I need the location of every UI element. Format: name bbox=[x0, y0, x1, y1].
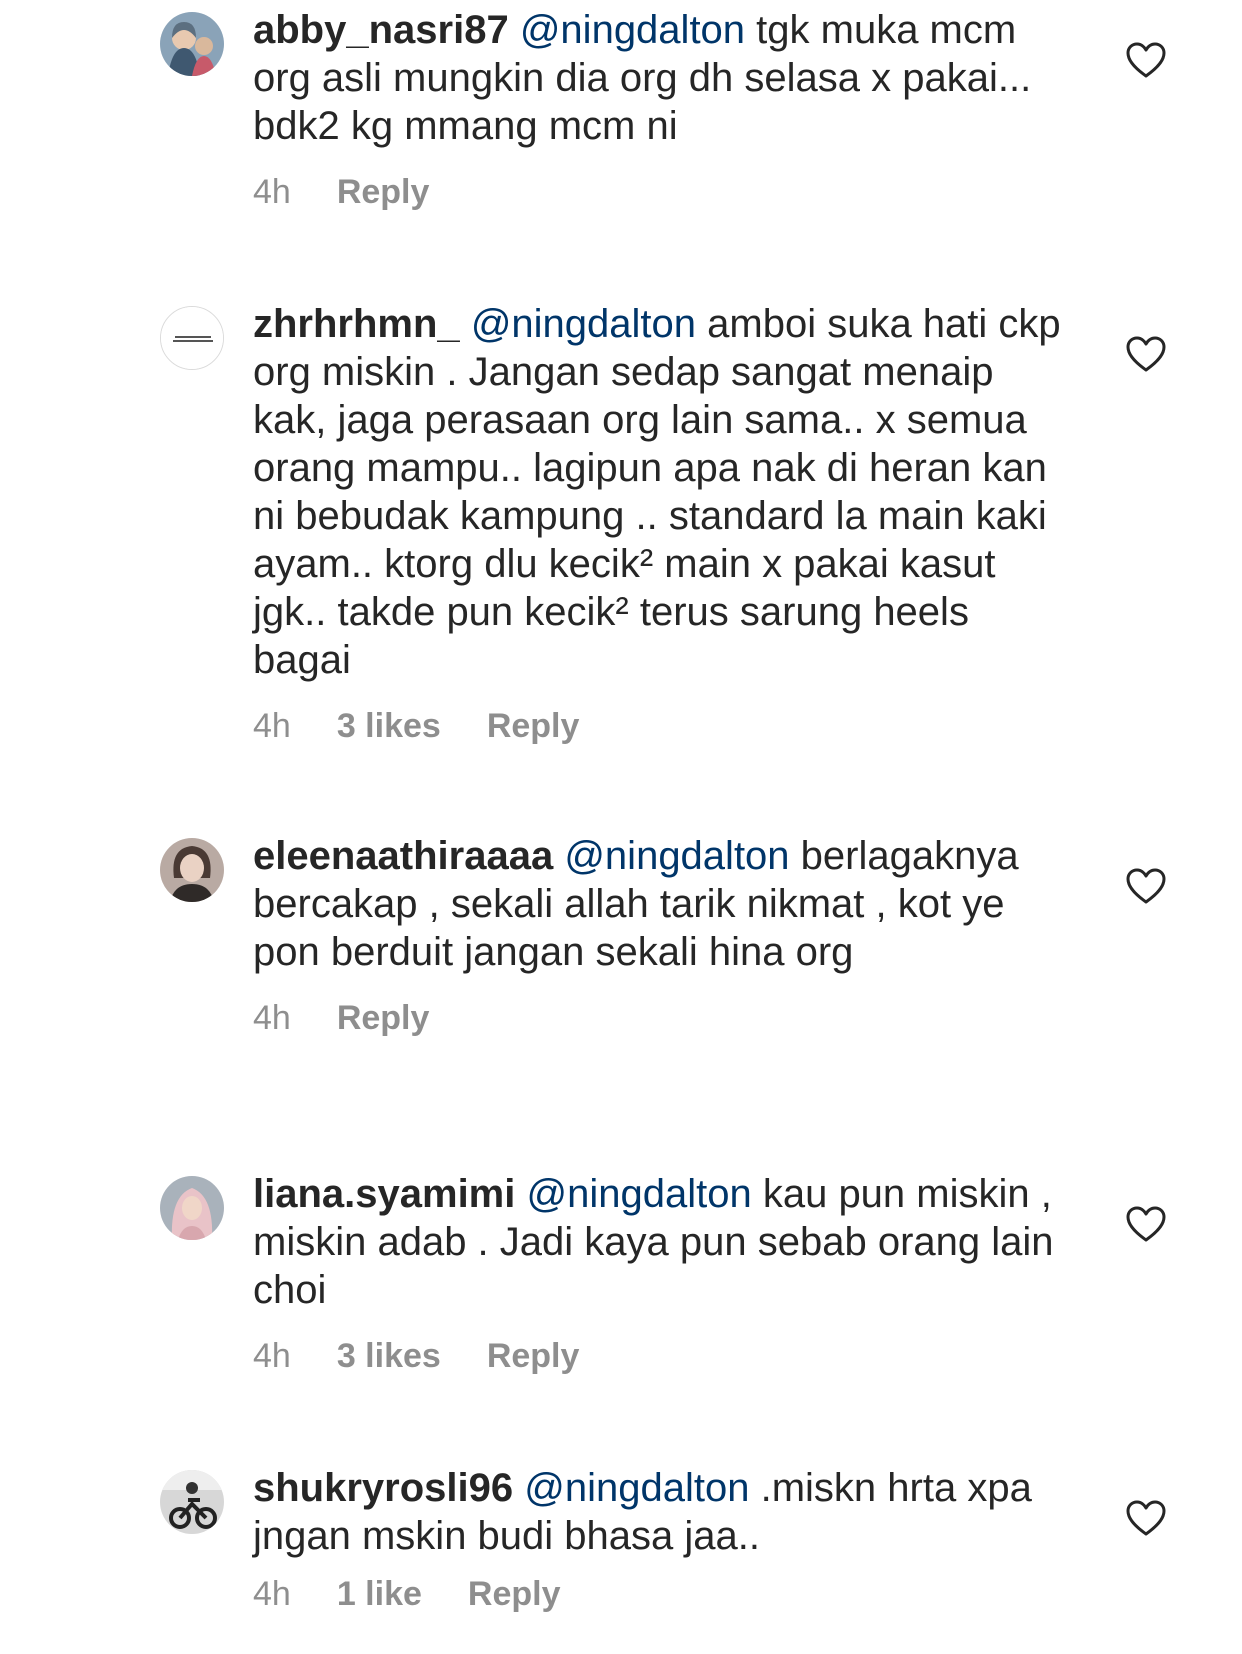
comment-mention[interactable]: @ningdalton bbox=[524, 1466, 749, 1510]
heart-outline-icon[interactable] bbox=[1126, 1206, 1166, 1244]
comment-time: 4h bbox=[253, 173, 291, 211]
avatar[interactable] bbox=[160, 1176, 224, 1240]
comment-body: zhrhrhmn_ @ningdalton amboi suka hati ck… bbox=[253, 300, 1073, 746]
reply-button[interactable]: Reply bbox=[337, 172, 430, 212]
comment-time: 4h bbox=[253, 1337, 291, 1375]
comment-body: shukryrosli96 @ningdalton .miskn hrta xp… bbox=[253, 1464, 1073, 1614]
comment-username[interactable]: shukryrosli96 bbox=[253, 1466, 513, 1510]
comment-text: abby_nasri87 @ningdalton tgk muka mcm or… bbox=[253, 6, 1073, 150]
comment-likes[interactable]: 3 likes bbox=[337, 706, 441, 746]
comment-mention[interactable]: @ningdalton bbox=[527, 1172, 752, 1216]
comment-time: 4h bbox=[253, 707, 291, 745]
comment-text: shukryrosli96 @ningdalton .miskn hrta xp… bbox=[253, 1464, 1073, 1560]
comment-mention[interactable]: @ningdalton bbox=[471, 302, 696, 346]
comment-username[interactable]: abby_nasri87 bbox=[253, 8, 509, 52]
heart-outline-icon[interactable] bbox=[1126, 1500, 1166, 1538]
reply-button[interactable]: Reply bbox=[337, 998, 430, 1038]
comment-likes[interactable]: 1 like bbox=[337, 1574, 422, 1614]
comment-meta: 4h 1 like Reply bbox=[253, 1574, 1073, 1614]
comment-likes[interactable]: 3 likes bbox=[337, 1336, 441, 1376]
comment-text: eleenaathiraaaa @ningdalton berlagaknya … bbox=[253, 832, 1073, 976]
comment-meta: 4h 3 likes Reply bbox=[253, 706, 1073, 746]
reply-button[interactable]: Reply bbox=[468, 1574, 561, 1614]
comment-meta: 4h Reply bbox=[253, 172, 1073, 212]
heart-outline-icon[interactable] bbox=[1126, 868, 1166, 906]
reply-button[interactable]: Reply bbox=[487, 1336, 580, 1376]
comment-text: zhrhrhmn_ @ningdalton amboi suka hati ck… bbox=[253, 300, 1073, 684]
comment-mention[interactable]: @ningdalton bbox=[564, 834, 789, 878]
heart-outline-icon[interactable] bbox=[1126, 336, 1166, 374]
comment-time: 4h bbox=[253, 1575, 291, 1613]
avatar[interactable] bbox=[160, 838, 224, 902]
comment-body: abby_nasri87 @ningdalton tgk muka mcm or… bbox=[253, 6, 1073, 212]
avatar[interactable] bbox=[160, 1470, 224, 1534]
comment-body: eleenaathiraaaa @ningdalton berlagaknya … bbox=[253, 832, 1073, 1038]
reply-button[interactable]: Reply bbox=[487, 706, 580, 746]
comment-username[interactable]: liana.syamimi bbox=[253, 1172, 515, 1216]
comment-text: liana.syamimi @ningdalton kau pun miskin… bbox=[253, 1170, 1073, 1314]
comment-content: amboi suka hati ckp org miskin . Jangan … bbox=[253, 302, 1061, 682]
heart-outline-icon[interactable] bbox=[1126, 42, 1166, 80]
comment-body: liana.syamimi @ningdalton kau pun miskin… bbox=[253, 1170, 1073, 1376]
comment-username[interactable]: eleenaathiraaaa bbox=[253, 834, 553, 878]
avatar[interactable] bbox=[160, 306, 224, 370]
comment-mention[interactable]: @ningdalton bbox=[520, 8, 745, 52]
comment-meta: 4h Reply bbox=[253, 998, 1073, 1038]
comment-time: 4h bbox=[253, 999, 291, 1037]
avatar[interactable] bbox=[160, 12, 224, 76]
comment-username[interactable]: zhrhrhmn_ bbox=[253, 302, 460, 346]
comment-meta: 4h 3 likes Reply bbox=[253, 1336, 1073, 1376]
